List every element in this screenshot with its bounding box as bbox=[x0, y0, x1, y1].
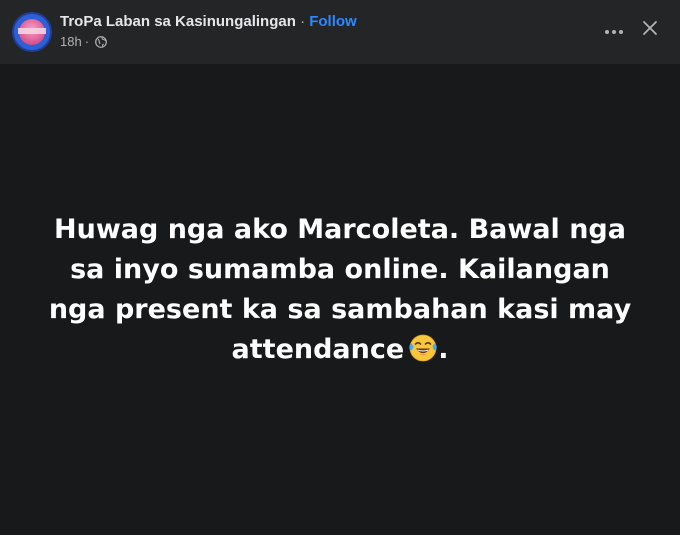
title-separator: · bbox=[300, 13, 306, 30]
globe-icon bbox=[95, 36, 107, 48]
post-header: TroPa Laban sa Kasinungalingan · Follow … bbox=[0, 0, 680, 64]
post-trailing-punctuation: . bbox=[438, 333, 449, 365]
post-content: Huwag nga ako Marcoleta. Bawal nga sa in… bbox=[0, 64, 680, 535]
page-name-link[interactable]: TroPa Laban sa Kasinungalingan bbox=[60, 13, 296, 30]
follow-button[interactable]: Follow bbox=[309, 13, 357, 30]
close-icon bbox=[642, 20, 658, 41]
more-horizontal-icon bbox=[604, 22, 624, 40]
post-timestamp[interactable]: 18h bbox=[60, 34, 82, 50]
meta-separator: · bbox=[84, 34, 90, 49]
tears-of-joy-emoji bbox=[408, 333, 438, 363]
post-body: Huwag nga ako Marcoleta. Bawal nga sa in… bbox=[40, 210, 640, 370]
post-text: Huwag nga ako Marcoleta. Bawal nga sa in… bbox=[48, 213, 632, 365]
avatar-banner bbox=[18, 28, 46, 34]
page-title-line: TroPa Laban sa Kasinungalingan · Follow bbox=[60, 13, 357, 31]
post-meta: 18h · bbox=[60, 34, 107, 50]
post-viewer: TroPa Laban sa Kasinungalingan · Follow … bbox=[0, 0, 680, 535]
page-avatar[interactable] bbox=[12, 12, 52, 52]
more-options-button[interactable] bbox=[598, 15, 630, 47]
close-button[interactable] bbox=[634, 14, 666, 46]
